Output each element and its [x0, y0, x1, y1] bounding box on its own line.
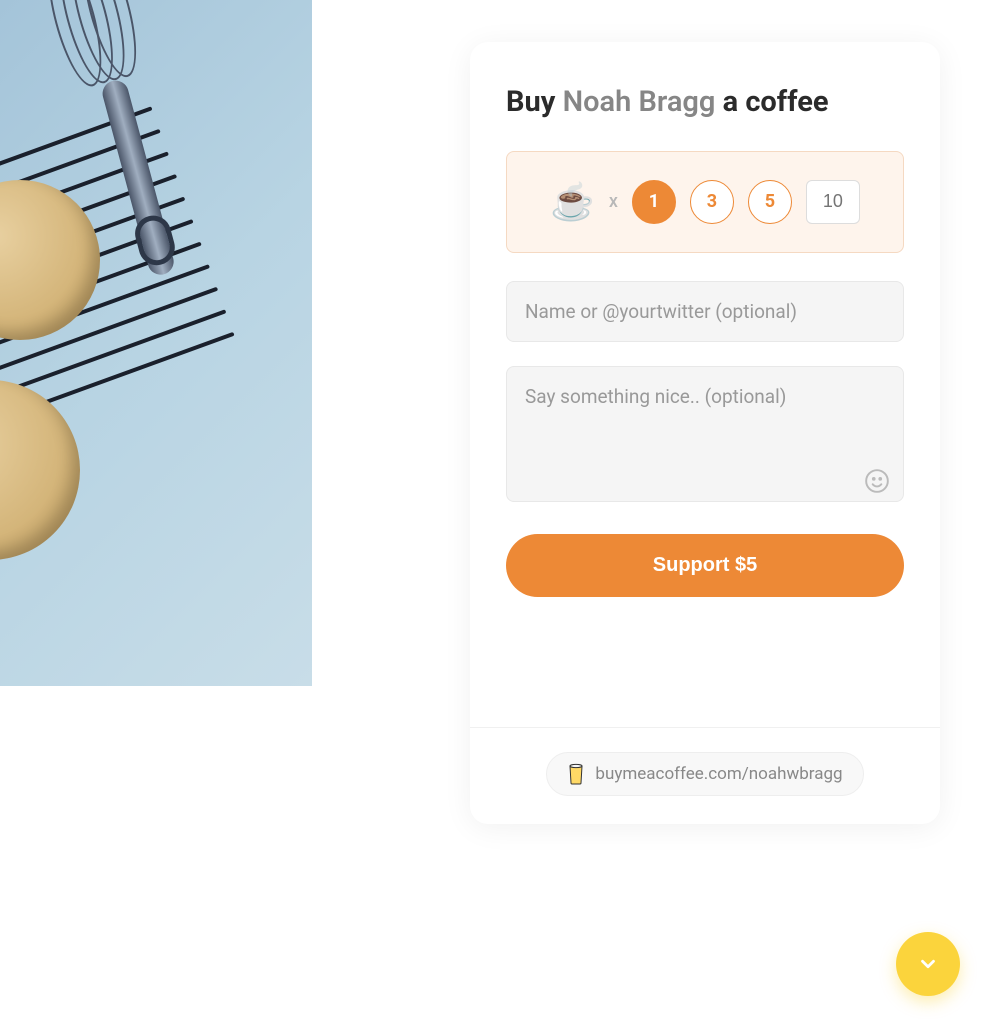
profile-link-text: buymeacoffee.com/noahwbragg: [595, 764, 842, 784]
card-title: Buy Noah Bragg a coffee: [506, 82, 904, 123]
quantity-option-3[interactable]: 3: [690, 180, 734, 224]
scroll-down-button[interactable]: [896, 932, 960, 996]
hero-image: [0, 0, 312, 686]
chevron-down-icon: [917, 953, 939, 975]
profile-link-section: buymeacoffee.com/noahwbragg: [470, 727, 940, 824]
quantity-selector: ☕ x 1 3 5: [506, 151, 904, 253]
times-symbol: x: [609, 191, 618, 212]
message-wrap: [506, 366, 904, 506]
title-suffix: a coffee: [715, 85, 828, 119]
cup-icon: [567, 763, 585, 785]
quantity-option-5[interactable]: 5: [748, 180, 792, 224]
quantity-custom-input[interactable]: [806, 180, 860, 224]
title-prefix: Buy: [506, 85, 563, 119]
coffee-icon: ☕: [550, 184, 595, 220]
message-input[interactable]: [506, 366, 904, 502]
creator-name: Noah Bragg: [563, 85, 716, 119]
profile-link[interactable]: buymeacoffee.com/noahwbragg: [546, 752, 863, 796]
support-button[interactable]: Support $5: [506, 534, 904, 597]
support-card: Buy Noah Bragg a coffee ☕ x 1 3 5 Suppor…: [470, 42, 940, 824]
quantity-option-1[interactable]: 1: [632, 180, 676, 224]
emoji-icon[interactable]: [864, 468, 890, 494]
name-input[interactable]: [506, 281, 904, 342]
